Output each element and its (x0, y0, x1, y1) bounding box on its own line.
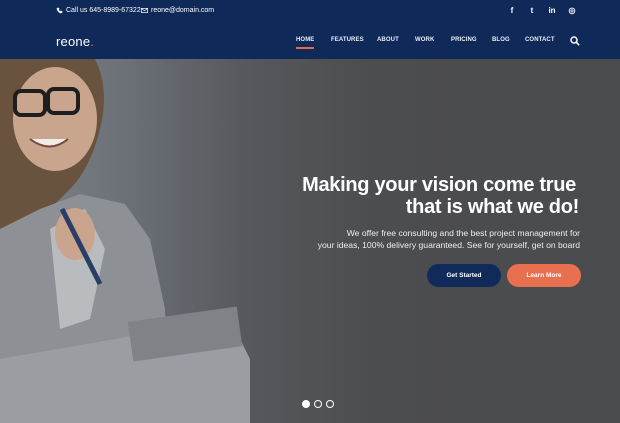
hero-person-image (0, 59, 250, 423)
learn-more-button[interactable]: Learn More (507, 264, 581, 287)
phone-contact[interactable]: Call us 645-8989-67322 (56, 7, 141, 14)
site-header: Call us 645-8989-67322 reone@domain.com … (0, 0, 620, 59)
phone-text: Call us 645-8989-67322 (66, 7, 141, 14)
hero-section: Making your vision come true that is wha… (0, 59, 620, 423)
email-text: reone@domain.com (151, 7, 215, 14)
nav-about[interactable]: ABOUT (377, 37, 399, 43)
phone-icon (56, 7, 63, 14)
facebook-icon[interactable]: f (508, 6, 516, 15)
nav-home[interactable]: HOME (296, 37, 315, 49)
social-links: f t in ◎ (508, 6, 576, 15)
nav-pricing[interactable]: PRICING (451, 37, 477, 43)
search-icon[interactable] (570, 36, 580, 46)
slider-dot-1[interactable] (302, 400, 310, 408)
hero-subtext-line2: your ideas, 100% delivery guaranteed. Se… (317, 240, 580, 250)
email-contact[interactable]: reone@domain.com (141, 7, 214, 14)
main-nav: HOME FEATURES ABOUT WORK PRICING BLOG CO… (0, 37, 620, 49)
slider-dots (302, 400, 334, 408)
nav-contact[interactable]: CONTACT (525, 37, 555, 43)
nav-blog[interactable]: BLOG (492, 37, 510, 43)
mail-icon (141, 8, 148, 13)
nav-features[interactable]: FEATURES (331, 37, 364, 43)
twitter-icon[interactable]: t (528, 6, 536, 15)
get-started-button[interactable]: Get Started (427, 264, 501, 287)
instagram-icon[interactable]: ◎ (568, 6, 576, 15)
slider-dot-2[interactable] (314, 400, 322, 408)
slider-dot-3[interactable] (326, 400, 334, 408)
hero-headline-line2: that is what we do! (405, 196, 580, 218)
top-bar: Call us 645-8989-67322 reone@domain.com … (0, 0, 620, 24)
hero-subtext-line1: We offer free consulting and the best pr… (346, 228, 580, 238)
nav-work[interactable]: WORK (415, 37, 434, 43)
hero-headline-line1: Making your vision come true (302, 174, 576, 196)
linkedin-icon[interactable]: in (548, 6, 556, 15)
